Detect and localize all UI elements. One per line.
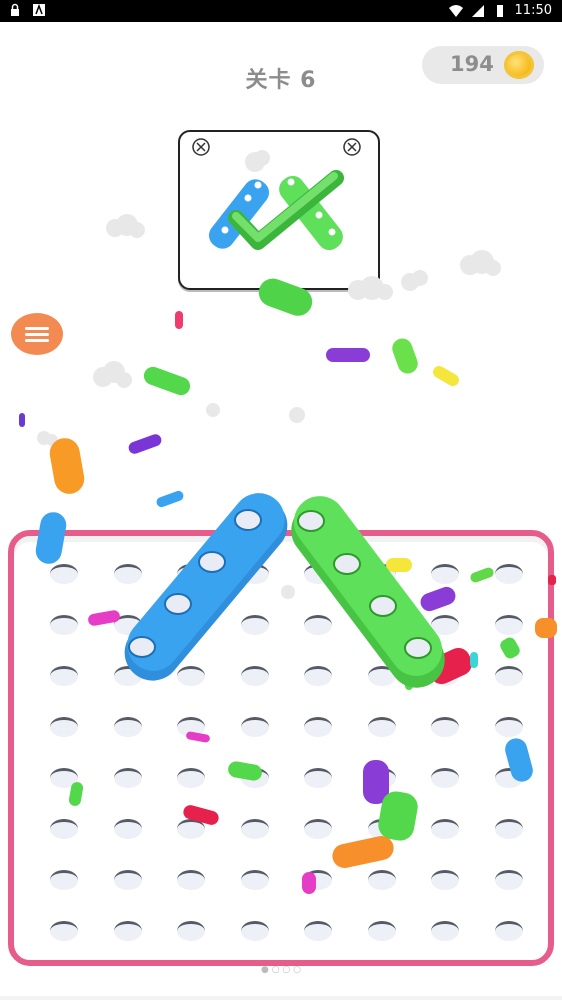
page-indicator: ● ○ ○ ○ xyxy=(261,965,301,975)
bottom-edge xyxy=(0,996,562,1000)
celebration-overlay xyxy=(19,150,557,894)
confetti xyxy=(19,278,557,894)
